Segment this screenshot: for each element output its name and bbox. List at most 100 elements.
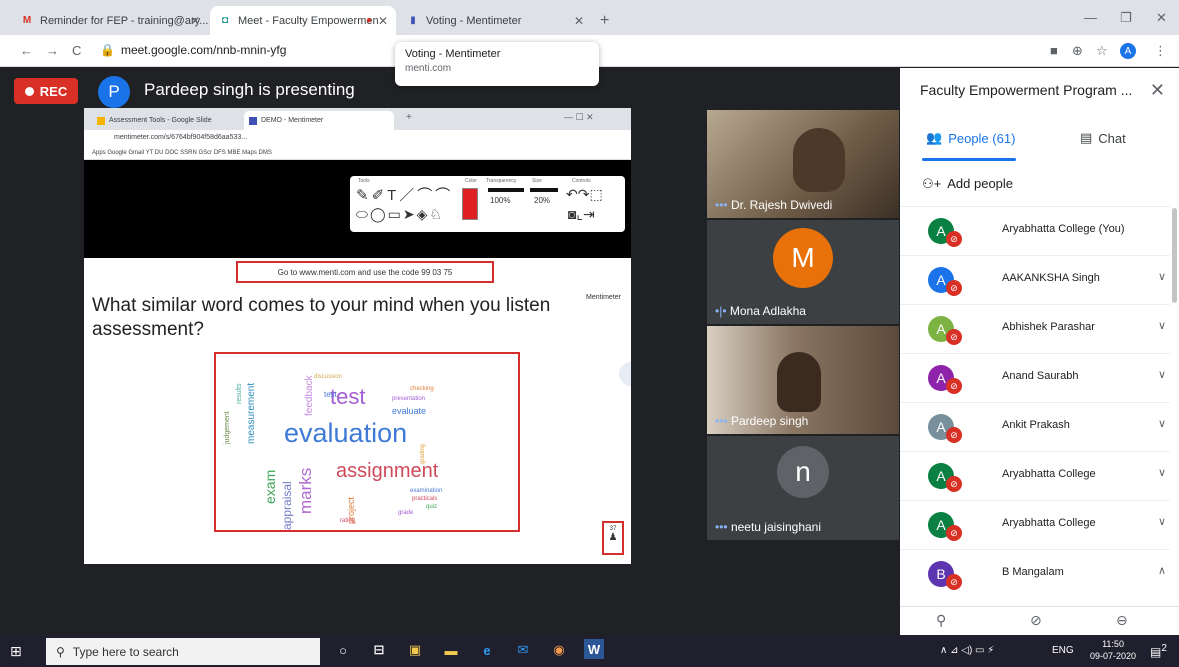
shape-tools-icon: ⬭◯▭➤◈♘ [356, 206, 444, 222]
slides-icon [97, 116, 105, 125]
close-window-icon[interactable]: ✕ [1156, 10, 1167, 26]
zoom-icon[interactable]: ⊕ [1072, 43, 1083, 59]
mentimeter-logo: Mentimeter [585, 294, 621, 301]
close-icon[interactable]: ✕ [1150, 80, 1165, 101]
language-indicator[interactable]: ENG [1052, 645, 1074, 656]
more-icon: ••• [715, 520, 731, 534]
forward-icon[interactable]: → [46, 43, 59, 58]
star-icon[interactable]: ☆ [1096, 43, 1108, 59]
store-icon[interactable]: ▣ [404, 639, 426, 661]
active-tab-indicator [922, 158, 1016, 161]
chevron-down-icon[interactable]: ∨ [1158, 515, 1166, 528]
participant-name: •|• Mona Adlakha [715, 304, 806, 318]
remove-icon[interactable]: ⊖ [1116, 612, 1128, 629]
list-item[interactable]: A ⊘ Ankit Prakash ∨ [900, 402, 1170, 451]
side-handle-icon [619, 362, 631, 386]
join-code-box: Go to www.menti.com and use the code 99 … [236, 261, 494, 283]
people-panel: Faculty Empowerment Program ... ✕ 👥 Peop… [900, 68, 1179, 635]
inner-tab-mentimeter: DEMO - Mentimeter [244, 111, 394, 130]
tab-gmail[interactable]: M Reminder for FEP - training@ary... ✕ [12, 6, 208, 35]
maximize-icon[interactable]: ❐ [1120, 10, 1132, 26]
participant-name: ••• Pardeep singh [715, 414, 809, 428]
list-item[interactable]: A ⊘ Aryabhatta College ∨ [900, 451, 1170, 500]
response-count: 37 ♟ [602, 521, 624, 555]
menu-icon[interactable]: ⋮ [1154, 43, 1167, 59]
notifications-count: 2 [1161, 643, 1167, 654]
chat-icon: ▤ [1080, 130, 1093, 145]
cloud-word: grade [398, 510, 414, 516]
tab-chat[interactable]: ▤ Chat [1080, 130, 1126, 146]
cortana-icon[interactable]: ○ [332, 639, 354, 661]
mic-off-icon: ⊘ [946, 427, 962, 443]
list-item[interactable]: A ⊘ AAKANKSHA Singh ∨ [900, 255, 1170, 304]
minimize-icon[interactable]: — [1084, 10, 1097, 25]
search-icon: ⚲ [56, 644, 65, 659]
window-controls-icon: — ☐ ✕ [564, 112, 594, 122]
rec-dot-icon [24, 86, 34, 96]
cloud-word: checking [410, 386, 434, 392]
tab-gmail-label: Reminder for FEP - training@ary... [40, 14, 208, 27]
cloud-word: grading [420, 443, 426, 464]
url-field[interactable]: 🔒 meet.google.com/nnb-mnin-yfg [100, 43, 286, 57]
browser-tab-bar: M Reminder for FEP - training@ary... ✕ ◘… [0, 0, 1179, 35]
tab-meet[interactable]: ◘ Meet - Faculty Empowermen ● ✕ [210, 6, 396, 35]
tab-people[interactable]: 👥 People (61) [926, 130, 1015, 146]
mic-off-icon: ⊘ [946, 329, 962, 345]
cloud-word: test [324, 390, 337, 399]
participant-silhouette [793, 128, 845, 192]
size-value: 20% [534, 196, 551, 205]
tray-icons[interactable]: ∧ ⊿ ◁) ▭ ⚡ [940, 645, 994, 656]
inner-bookmarks: Apps Google Gmail YT DU DOC SSRN GScr DF… [84, 146, 631, 160]
mute-icon[interactable]: ⊘ [1030, 612, 1042, 629]
chrome-icon[interactable]: ◉ [548, 639, 570, 661]
inner-url: mentimeter.com/s/6764bf904f58d6aa533... [114, 134, 248, 141]
participant-tile[interactable]: n ••• neetu jaisinghani [707, 436, 899, 540]
list-item[interactable]: A ⊘ Abhishek Parashar ∨ [900, 304, 1170, 353]
edge-icon[interactable]: e [476, 639, 498, 661]
chevron-down-icon[interactable]: ∨ [1158, 368, 1166, 381]
inner-tab-slides-label: Assessment Tools - Google Slide [109, 117, 212, 124]
word-icon[interactable]: W [584, 639, 604, 659]
clock[interactable]: 11:50 09-07-2020 [1090, 638, 1136, 662]
list-item[interactable]: A ⊘ Aryabhatta College ∨ [900, 500, 1170, 549]
chevron-down-icon[interactable]: ∨ [1158, 270, 1166, 283]
tab-chat-label: Chat [1098, 130, 1126, 146]
profile-avatar[interactable]: A [1120, 43, 1136, 59]
reload-icon[interactable]: C [72, 43, 81, 58]
add-people-button[interactable]: ⚇+ Add people [922, 176, 1013, 192]
inner-tab-mentimeter-label: DEMO - Mentimeter [261, 117, 324, 124]
participant-avatar: n [777, 446, 829, 498]
more-icon: ••• [715, 198, 731, 212]
taskbar-search[interactable]: ⚲ Type here to search [46, 638, 320, 665]
new-tab-icon[interactable]: + [600, 12, 609, 30]
file-explorer-icon[interactable]: ▬ [440, 639, 462, 661]
participant-tile[interactable]: ••• Pardeep singh [707, 326, 899, 434]
tab-mentimeter[interactable]: ▮ Voting - Mentimeter ✕ [398, 6, 592, 35]
back-icon[interactable]: ← [20, 43, 33, 58]
list-item[interactable]: B ⊘ B Mangalam ∧ [900, 549, 1170, 598]
panel-footer: ⚲ ⊘ ⊖ [900, 606, 1179, 635]
chevron-down-icon[interactable]: ∨ [1158, 466, 1166, 479]
notifications-icon[interactable]: ▤2 [1150, 643, 1167, 659]
close-icon[interactable]: ✕ [190, 14, 200, 28]
list-item[interactable]: A ⊘ Aryabhatta College (You) [900, 206, 1170, 255]
chevron-down-icon[interactable]: ∨ [1158, 319, 1166, 332]
chevron-down-icon[interactable]: ∨ [1158, 417, 1166, 430]
list-item[interactable]: A ⊘ Anand Saurabh ∨ [900, 353, 1170, 402]
participant-tile[interactable]: M •|• Mona Adlakha [707, 220, 899, 324]
pin-icon[interactable]: ⚲ [936, 612, 946, 629]
mail-icon[interactable]: ✉ [512, 639, 534, 661]
task-view-icon[interactable]: ⊟ [368, 639, 390, 661]
mic-off-icon: ⊘ [946, 231, 962, 247]
meet-icon: ◘ [221, 15, 229, 26]
search-placeholder: Type here to search [72, 644, 179, 659]
mic-off-icon: ⊘ [946, 280, 962, 296]
participant-tile[interactable]: ••• Dr. Rajesh Dwivedi [707, 110, 899, 218]
close-icon[interactable]: ✕ [378, 14, 388, 28]
camera-icon[interactable]: ■ [1050, 43, 1058, 58]
windows-start-icon[interactable]: ⊞ [10, 643, 22, 660]
close-icon[interactable]: ✕ [574, 14, 584, 28]
scrollbar[interactable] [1172, 208, 1177, 303]
recording-dot-icon: ● [365, 15, 372, 26]
chevron-up-icon[interactable]: ∧ [1158, 564, 1166, 577]
